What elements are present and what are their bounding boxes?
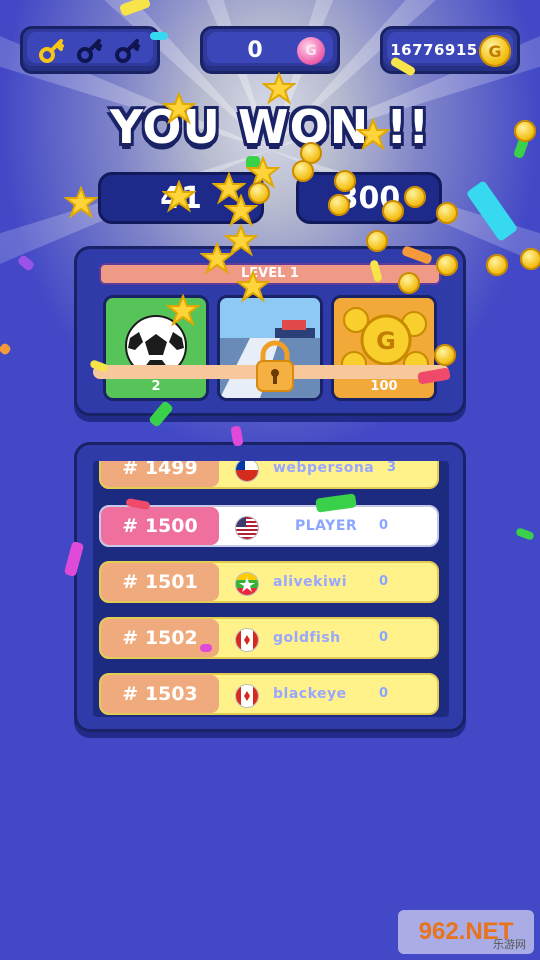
star-icon [162, 180, 196, 213]
coin-count: 16776915 [390, 41, 478, 59]
leaderboard-row: # 1499 webpersona 3 [99, 461, 439, 489]
player-score: 0 [379, 630, 389, 645]
coin-icon [520, 248, 540, 270]
rank-badge: # 1500 [101, 507, 219, 545]
star-icon [64, 186, 98, 219]
star-icon [162, 92, 196, 125]
win-title: YOU WON !! [109, 100, 431, 154]
player-name: blackeye [273, 686, 347, 702]
level-label: LEVEL 1 [241, 266, 299, 281]
leaderboard-row: # 1501 alivekiwi 0 [99, 561, 439, 603]
leaderboard-row: # 1502 goldfish 0 [99, 617, 439, 659]
flag-chile-icon [235, 461, 259, 482]
leaderboard-row-player: # 1500 PLAYER 0 [99, 505, 439, 547]
player-name: PLAYER [295, 518, 358, 534]
coin-icon [486, 254, 508, 276]
coin-icon [292, 160, 314, 182]
rank-badge: # 1503 [101, 675, 219, 713]
player-score: 0 [379, 686, 389, 701]
keys-counter [20, 26, 160, 74]
level-bar: LEVEL 1 [99, 263, 441, 285]
flag-red-white-icon [235, 684, 259, 708]
coin-icon [366, 230, 388, 252]
coin-icon [436, 202, 458, 224]
player-name: alivekiwi [273, 574, 348, 590]
reward-value: 2 [151, 379, 161, 394]
coin-icon [514, 120, 536, 142]
gem-count: 0 [247, 37, 263, 63]
coin-icon [436, 254, 458, 276]
site-watermark: 962.NET 乐游网 [398, 910, 534, 954]
flag-red-white-icon [235, 628, 259, 652]
reward-card-coins: G 100 [331, 295, 437, 401]
svg-text:G: G [376, 327, 396, 355]
coin-icon [248, 182, 270, 204]
player-score: 0 [379, 518, 389, 533]
key-icon-gold [39, 39, 64, 63]
gems-counter: 0 G [200, 26, 340, 74]
star-icon [166, 294, 200, 327]
leaderboard-panel: # 1499 webpersona 3 # 1500 PLAYER 0 # 15… [74, 442, 466, 732]
gem-icon: G [297, 37, 325, 65]
player-name: webpersona [273, 461, 375, 476]
key-icon-empty [115, 39, 140, 63]
star-icon [262, 72, 296, 105]
star-icon [356, 118, 390, 151]
star-icon [236, 270, 270, 303]
coin-icon [334, 170, 356, 192]
leaderboard-list[interactable]: # 1499 webpersona 3 # 1500 PLAYER 0 # 15… [93, 461, 449, 717]
watermark-sub: 乐游网 [493, 938, 526, 951]
coin-icon [434, 344, 456, 366]
star-icon [200, 242, 234, 275]
player-score: 3 [387, 461, 397, 475]
player-score: 0 [379, 574, 389, 589]
coin-icon: G [479, 35, 511, 67]
player-name: goldfish [273, 630, 341, 646]
leaderboard-row: # 1503 blackeye 0 [99, 673, 439, 715]
coin-icon [328, 194, 350, 216]
coin-icon [398, 272, 420, 294]
coin-icon [404, 186, 426, 208]
flag-usa-icon [235, 516, 259, 540]
key-icon-empty [77, 39, 102, 63]
coin-icon [382, 200, 404, 222]
rank-badge: # 1499 [101, 461, 219, 487]
rank-badge: # 1501 [101, 563, 219, 601]
padlock-icon [256, 340, 294, 392]
flag-myanmar-icon [235, 572, 259, 596]
